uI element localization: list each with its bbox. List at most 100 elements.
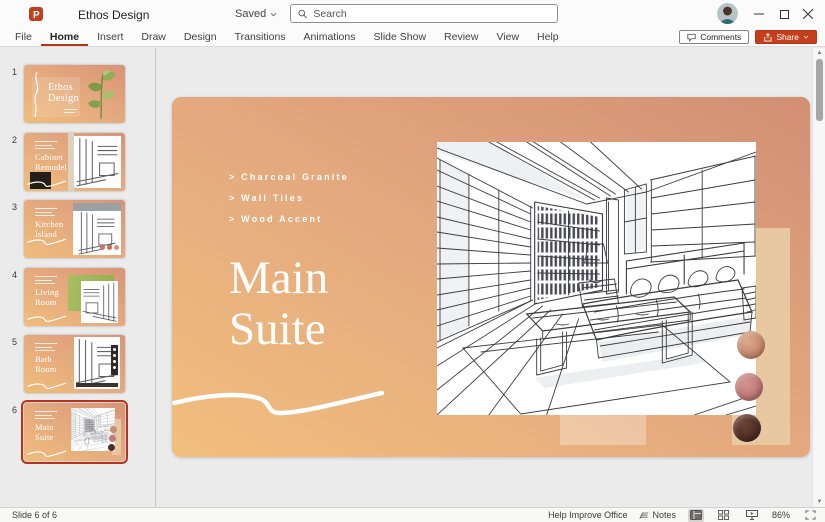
thumbnail-title: CabinetRemodel — [35, 153, 67, 172]
tab-insert[interactable]: Insert — [88, 28, 132, 46]
slide-sorter-icon — [718, 510, 729, 520]
powerpoint-window: { "titlebar": { "document_title": "Ethos… — [0, 0, 825, 522]
slide-number: 2 — [0, 133, 24, 191]
slide-thumbnail-panel: 1 EthosDesign 2 — [0, 48, 156, 507]
title-bar: P Ethos Design Saved — [0, 0, 825, 28]
slide-thumbnail-card-4[interactable]: LivingRoom — [24, 268, 125, 326]
notes-toggle[interactable]: Notes — [639, 510, 676, 520]
scroll-down-arrow[interactable]: ▼ — [813, 497, 825, 507]
user-avatar[interactable] — [717, 3, 738, 24]
thumbnail-title: MainSuite — [35, 423, 54, 442]
squiggle-decoration — [172, 385, 384, 419]
comments-label: Comments — [700, 32, 741, 42]
close-button[interactable] — [800, 6, 816, 22]
fit-to-window-icon — [805, 510, 816, 520]
status-bar: Slide 6 of 6 Help Improve Office Notes — [0, 507, 825, 522]
search-input[interactable] — [313, 8, 550, 20]
squiggle-decoration — [27, 449, 67, 458]
color-dot — [100, 245, 105, 250]
material-swatch-brown[interactable] — [733, 414, 761, 442]
thumbnail-slide-3: 3 KitchenIsland — [0, 200, 125, 258]
tab-draw[interactable]: Draw — [132, 28, 175, 46]
chevron-down-icon — [803, 35, 809, 39]
share-button[interactable]: Share — [755, 30, 817, 44]
bullet-item: > Wood Accent — [229, 209, 349, 230]
share-label: Share — [776, 32, 799, 42]
thumbnail-title: EthosDesign — [48, 82, 79, 104]
swatch-dot — [109, 435, 116, 442]
color-dot — [114, 245, 119, 250]
slide-canvas[interactable]: > Charcoal Granite > Wall Tiles > Wood A… — [172, 97, 810, 457]
slide-number: 3 — [0, 200, 24, 258]
document-title: Ethos Design — [78, 8, 149, 22]
minimize-icon — [754, 9, 764, 19]
slideshow-view-button[interactable] — [744, 509, 760, 522]
maximize-button[interactable] — [776, 6, 792, 22]
bedroom-sketch-image[interactable] — [437, 142, 756, 415]
slide-bullet-list[interactable]: > Charcoal Granite > Wall Tiles > Wood A… — [229, 167, 349, 230]
bullet-item: > Charcoal Granite — [229, 167, 349, 188]
tab-transitions[interactable]: Transitions — [226, 28, 295, 46]
thumbnail-slide-6: 6 MainSuite — [0, 403, 125, 461]
subtitle-lines — [64, 109, 77, 113]
swatch-dot — [110, 426, 117, 433]
material-swatch-rose[interactable] — [735, 373, 763, 401]
save-status-dropdown[interactable]: Saved — [235, 8, 277, 20]
notes-label: Notes — [652, 510, 676, 520]
slide-thumbnail-card-5[interactable]: BathRoom — [24, 335, 125, 393]
material-swatch-terracotta[interactable] — [737, 331, 765, 359]
search-icon — [298, 9, 307, 19]
slide-thumbnail-card-6[interactable]: MainSuite — [24, 403, 125, 461]
normal-view-button[interactable] — [688, 509, 704, 522]
squiggle-decoration — [27, 381, 67, 390]
slide-title[interactable]: Main Suite — [229, 253, 328, 355]
tab-view[interactable]: View — [487, 28, 528, 46]
help-improve-office-link[interactable]: Help Improve Office — [548, 510, 627, 520]
thumbnail-title: BathRoom — [35, 355, 57, 374]
squiggle-decoration — [27, 237, 67, 246]
comment-icon — [687, 33, 696, 42]
tab-review[interactable]: Review — [435, 28, 487, 46]
scrollbar-thumb[interactable] — [816, 59, 823, 121]
maximize-icon — [780, 10, 789, 19]
tab-file[interactable]: File — [6, 28, 41, 46]
tab-help[interactable]: Help — [528, 28, 568, 46]
slide-sorter-view-button[interactable] — [716, 509, 732, 522]
thumbnail-title: LivingRoom — [35, 288, 59, 307]
meta-lines — [35, 411, 57, 422]
slide-thumbnail-card-1[interactable]: EthosDesign — [24, 65, 125, 123]
vertical-scrollbar[interactable]: ▲ ▼ — [812, 48, 825, 507]
workspace: 1 EthosDesign 2 — [0, 48, 825, 507]
minimize-button[interactable] — [751, 6, 767, 22]
slide-thumbnail-card-3[interactable]: KitchenIsland — [24, 200, 125, 258]
slide-number: 5 — [0, 335, 24, 393]
slide-number: 6 — [0, 403, 24, 461]
tab-slide-show[interactable]: Slide Show — [365, 28, 436, 46]
swatch-dot — [108, 444, 115, 451]
zoom-level[interactable]: 86% — [772, 510, 790, 520]
comments-button[interactable]: Comments — [679, 30, 749, 44]
avatar-image — [717, 3, 738, 24]
notes-icon — [639, 511, 649, 520]
tab-design[interactable]: Design — [175, 28, 226, 46]
scroll-up-arrow[interactable]: ▲ — [813, 48, 825, 58]
slide-thumbnail-card-2[interactable]: CabinetRemodel — [24, 133, 125, 191]
thumbnail-slide-2: 2 CabinetRemodel — [0, 133, 125, 191]
bullet-item: > Wall Tiles — [229, 188, 349, 209]
svg-text:P: P — [33, 10, 40, 21]
thumbnail-sketch — [81, 281, 118, 323]
bedroom-sketch — [437, 142, 756, 415]
vertical-squiggle-decoration — [28, 72, 42, 118]
slideshow-icon — [746, 510, 758, 520]
thumbnail-sketch — [74, 337, 120, 389]
share-icon — [763, 33, 772, 42]
squiggle-decoration — [27, 314, 67, 323]
fit-to-window-button[interactable] — [802, 509, 818, 522]
slide-number: 4 — [0, 268, 24, 326]
thumbnail-slide-5: 5 BathRoom — [0, 335, 125, 393]
search-box[interactable] — [290, 4, 558, 23]
slide-indicator[interactable]: Slide 6 of 6 — [0, 510, 57, 520]
meta-lines — [35, 276, 57, 287]
tab-animations[interactable]: Animations — [295, 28, 365, 46]
tab-home[interactable]: Home — [41, 28, 88, 46]
